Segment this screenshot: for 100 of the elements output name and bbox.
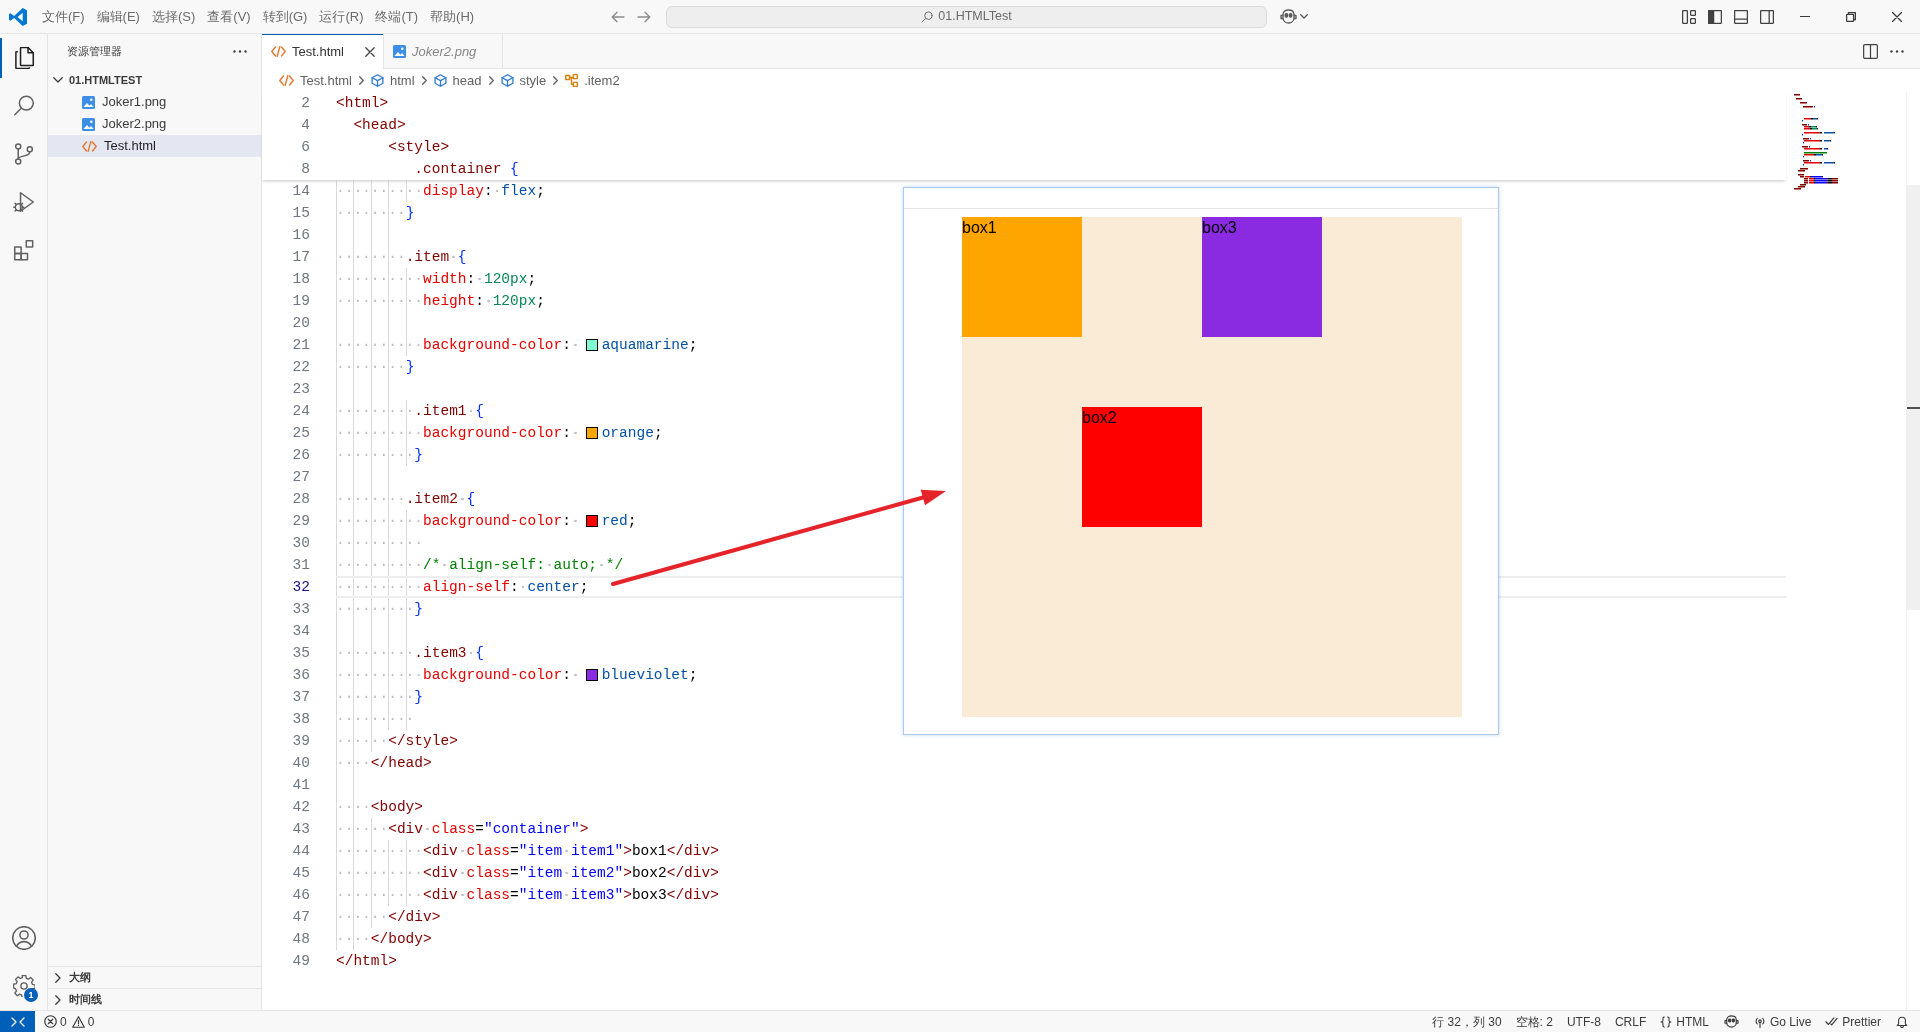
line-number: 36	[291, 666, 310, 685]
menu-item[interactable]: 终端(T)	[369, 4, 425, 29]
whitespace-dots: ··········	[336, 556, 423, 575]
chevron-down-icon[interactable]	[53, 77, 63, 83]
breadcrumb-item[interactable]: .item2	[565, 70, 620, 91]
line-number: 48	[291, 930, 310, 949]
whitespace-dots: ·········	[336, 446, 415, 465]
blocks-icon[interactable]	[12, 239, 35, 261]
more-icon[interactable]	[233, 50, 247, 53]
file-item[interactable]: Test.html	[48, 135, 261, 157]
sidebar-right-icon[interactable]	[1760, 9, 1774, 24]
robot-icon[interactable]	[1723, 1015, 1739, 1028]
status-bar-item[interactable]: 行 32，列 30	[1425, 1011, 1509, 1032]
code-text: .item2 {	[405, 490, 476, 509]
chevron-right-icon[interactable]	[55, 972, 61, 983]
whitespace-dots: ··········	[336, 534, 423, 553]
whitespace-dots: ····	[336, 930, 371, 949]
split-editor-icon[interactable]	[1863, 44, 1878, 59]
status-bar-item[interactable]: 空格: 2	[1508, 1011, 1560, 1032]
robot-icon[interactable]	[1280, 9, 1297, 24]
breadcrumb-item[interactable]: Test.html	[279, 70, 352, 91]
chevron-right-icon[interactable]	[55, 994, 61, 1005]
bell-icon[interactable]	[1896, 1015, 1908, 1028]
close-icon[interactable]	[365, 46, 375, 57]
problems-button[interactable]: 0 0	[42, 1011, 97, 1032]
line-number: 2	[300, 94, 310, 113]
back-arrow-icon[interactable]	[611, 10, 625, 23]
chevron-down-icon[interactable]	[1300, 14, 1308, 19]
file-item[interactable]: Joker1.png	[48, 91, 261, 113]
person-icon[interactable]	[11, 926, 36, 950]
restore-icon[interactable]	[1846, 11, 1856, 22]
chevron-right-icon	[553, 76, 559, 85]
status-bar-item[interactable]: CRLF	[1607, 1011, 1654, 1032]
whitespace-dots: ······	[336, 908, 389, 927]
whitespace-dots: ····	[336, 754, 371, 773]
whitespace-dots: ··········	[336, 336, 423, 355]
line-number: 27	[291, 468, 310, 487]
whitespace-dots: ·········	[336, 688, 415, 707]
files-icon[interactable]	[12, 47, 35, 69]
whitespace-dots: ······	[336, 732, 389, 751]
line-number: 41	[291, 776, 310, 795]
file-item[interactable]: Joker2.png	[48, 113, 261, 135]
search-icon[interactable]	[12, 95, 35, 117]
settings-icon[interactable]	[12, 975, 35, 997]
go-live-button[interactable]: Go Live	[1746, 1011, 1819, 1032]
code-text: <head>	[353, 116, 406, 135]
prettier-button[interactable]: Prettier	[1818, 1011, 1888, 1032]
braces-icon	[1660, 1015, 1673, 1028]
code-text: }	[405, 358, 415, 377]
menu-item[interactable]: 帮助(H)	[424, 4, 481, 29]
editor-tab[interactable]: Joker2.png	[384, 34, 504, 69]
breadcrumb-item[interactable]: html	[371, 70, 415, 91]
code-text: }	[414, 600, 424, 619]
breadcrumb-item[interactable]: style	[500, 70, 547, 91]
code-text: height: 120px;	[423, 292, 545, 311]
play-bug-icon[interactable]	[12, 191, 35, 213]
line-number: 23	[291, 380, 310, 399]
more-icon[interactable]	[1890, 50, 1904, 53]
code-text: <div class="item item3">box3</div>	[423, 886, 719, 905]
double-check-icon	[1825, 1017, 1839, 1026]
scrollbar-thumb[interactable]	[1907, 185, 1920, 610]
menu-item[interactable]: 转到(G)	[256, 4, 314, 29]
menu-item[interactable]: 选择(S)	[145, 4, 202, 29]
cube-icon	[500, 74, 514, 87]
folder-item[interactable]: 01.HTMLTEST	[48, 69, 261, 91]
menu-item[interactable]: 运行(R)	[313, 4, 370, 29]
close-icon[interactable]	[1892, 11, 1902, 22]
code-text: blueviolet;	[601, 666, 698, 685]
sidebar-left-icon[interactable]	[1708, 9, 1722, 24]
line-number: 20	[291, 314, 310, 333]
branch-icon[interactable]	[12, 143, 35, 165]
image-icon	[393, 45, 406, 58]
line-number: 26	[291, 446, 310, 465]
editor-tab[interactable]: Test.html	[262, 34, 384, 69]
line-number: 25	[291, 424, 310, 443]
command-center[interactable]: 01.HTMLTest	[666, 5, 1267, 28]
menu-item[interactable]: 查看(V)	[201, 4, 257, 29]
code-text: <div class="item item2">box2</div>	[423, 864, 719, 883]
line-number: 37	[291, 688, 310, 707]
layout-icon[interactable]	[1682, 9, 1696, 24]
line-number: 19	[291, 292, 310, 311]
panel-header[interactable]: 大纲	[48, 966, 261, 988]
line-number: 21	[291, 336, 310, 355]
whitespace-dots: ··········	[336, 666, 423, 685]
language-mode[interactable]: HTML	[1653, 1011, 1716, 1032]
menu-item[interactable]: 编辑(E)	[90, 4, 146, 29]
code-text: <style>	[388, 138, 450, 157]
line-number: 32	[291, 578, 310, 597]
search-icon	[921, 10, 934, 23]
menu-item[interactable]: 文件(F)	[36, 4, 91, 29]
breadcrumb-item[interactable]: head	[433, 70, 482, 91]
line-number: 30	[291, 534, 310, 553]
whitespace-dots: ·········	[336, 710, 415, 729]
status-bar-item[interactable]: UTF-8	[1559, 1011, 1608, 1032]
forward-arrow-icon[interactable]	[637, 10, 651, 23]
remote-indicator[interactable]	[0, 1011, 35, 1032]
cube-icon	[371, 74, 384, 87]
angle-brackets-icon	[10, 1016, 25, 1027]
cursor-position-marker	[1907, 407, 1920, 409]
panel-bottom-icon[interactable]	[1734, 9, 1748, 24]
